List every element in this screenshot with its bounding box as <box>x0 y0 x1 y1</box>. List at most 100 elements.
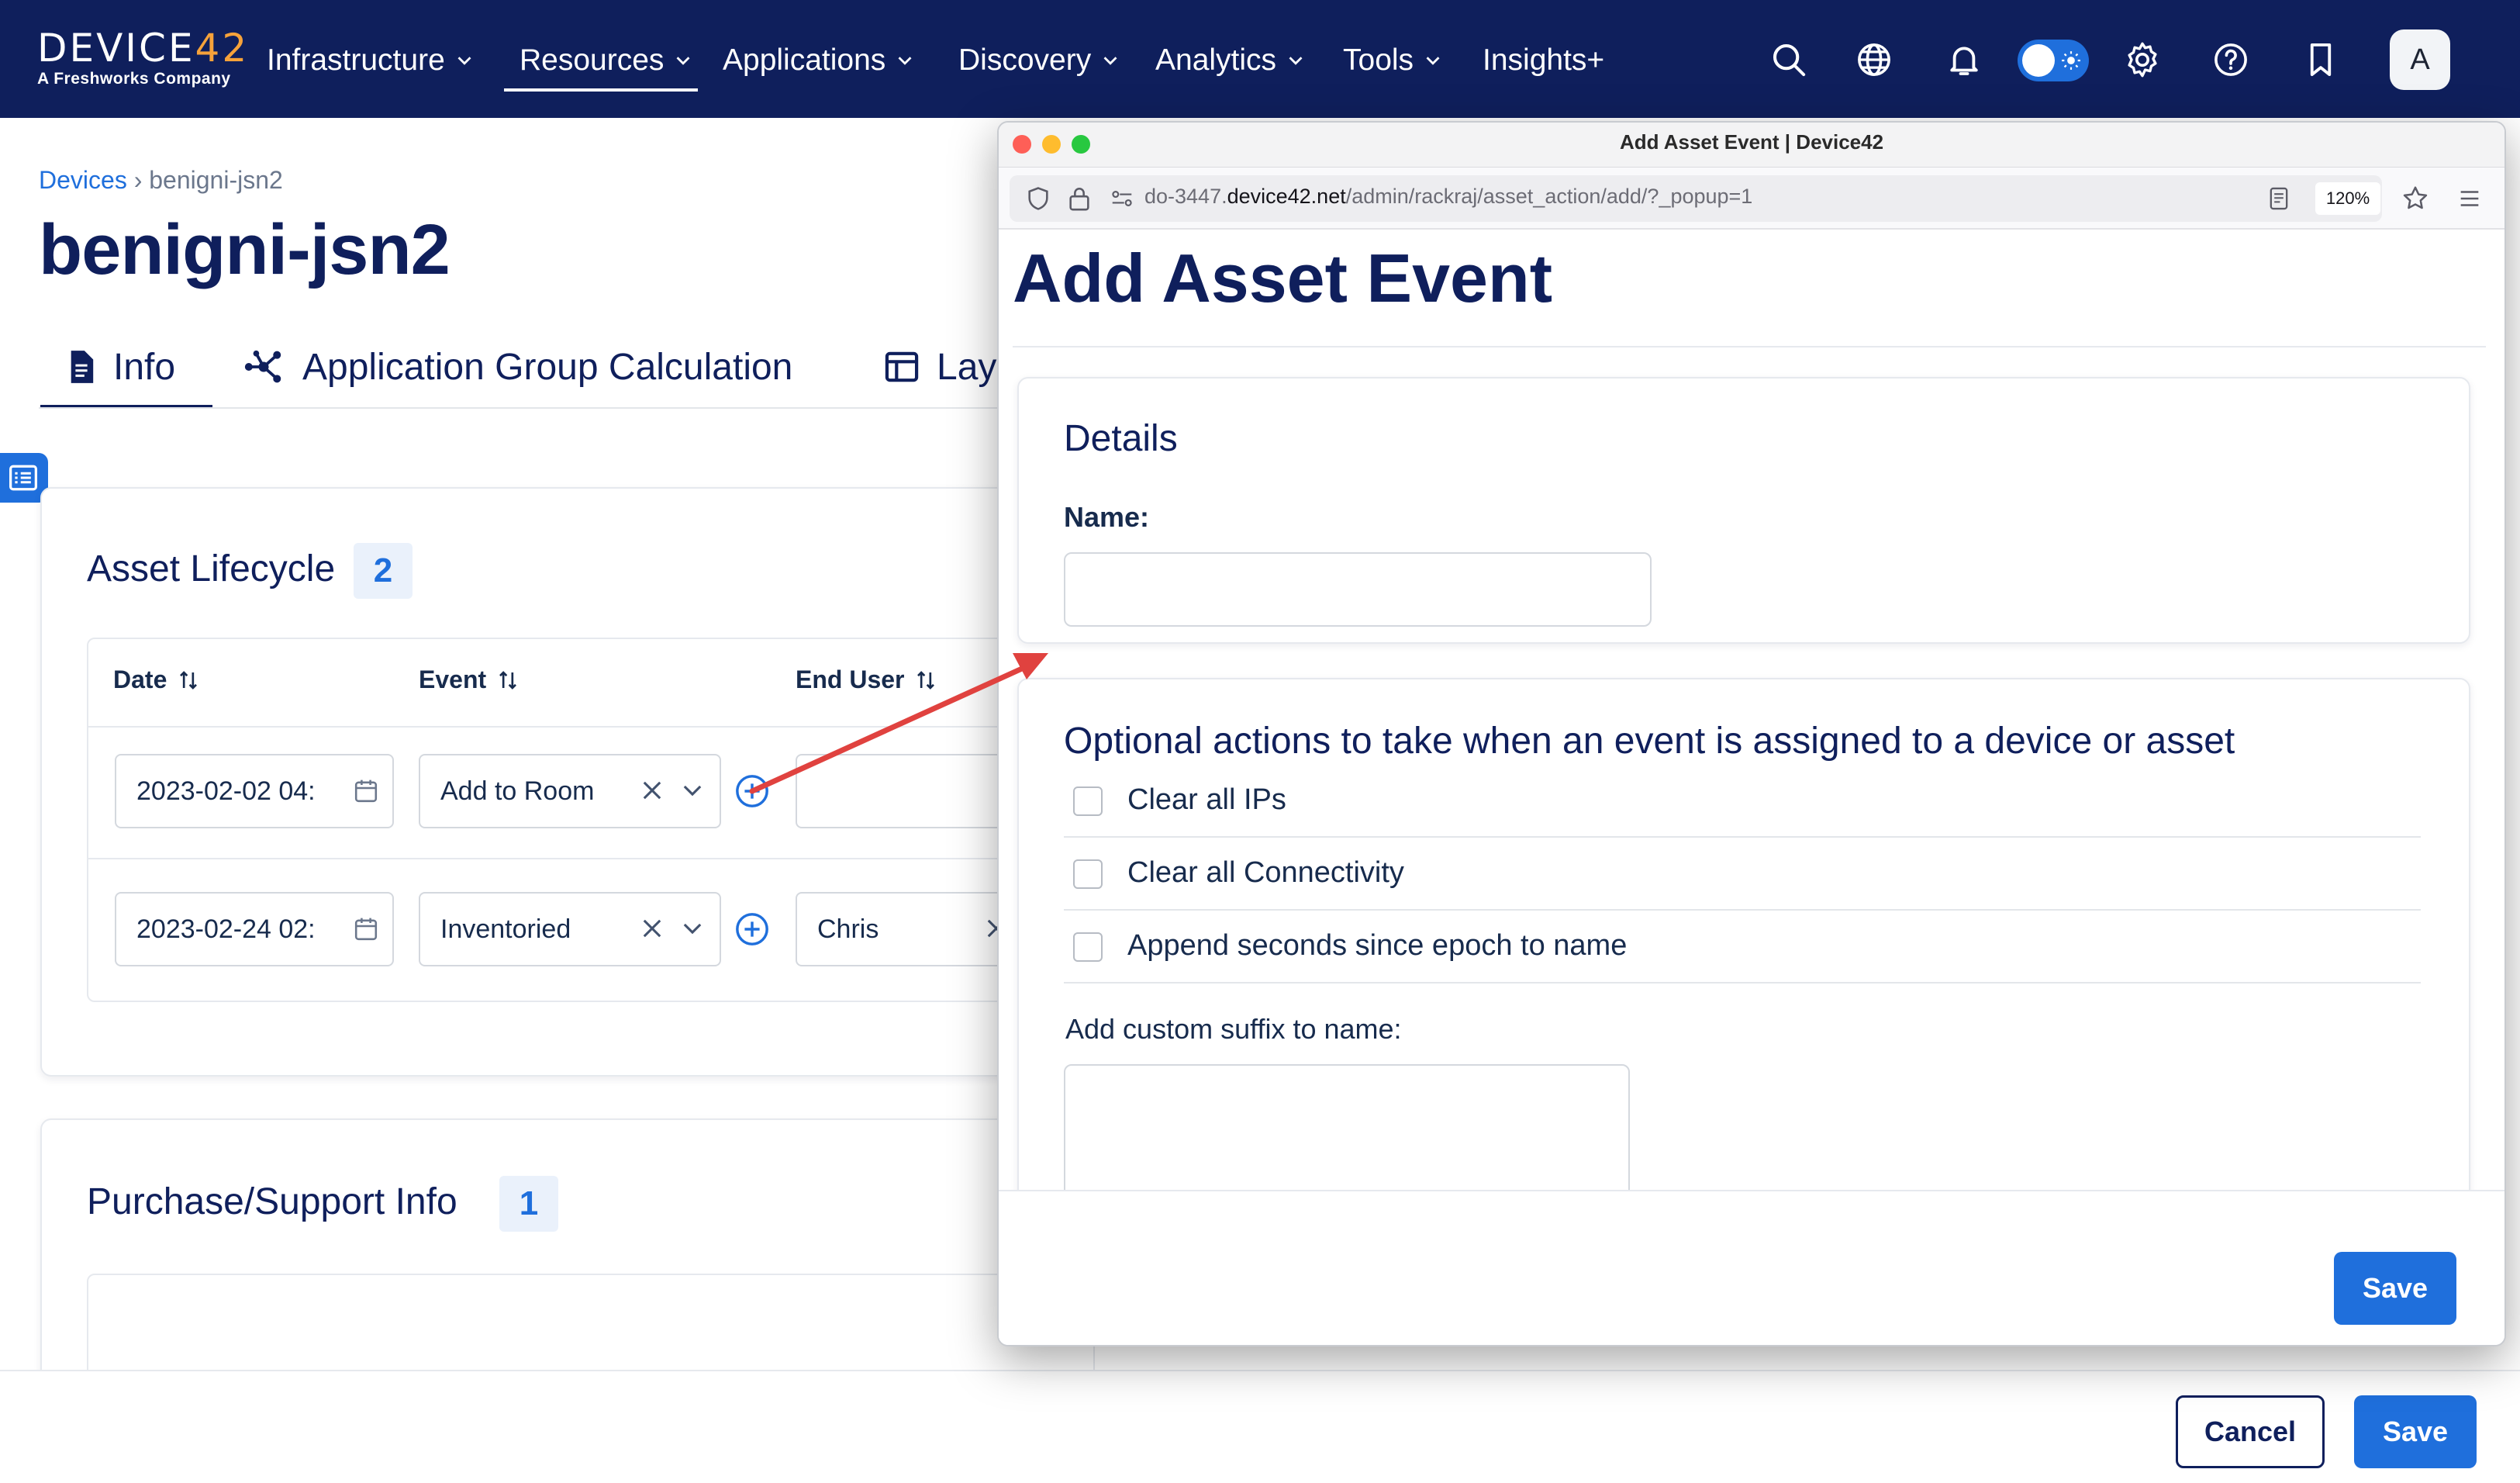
form-action-bar <box>0 1370 2520 1483</box>
column-header-event[interactable]: Event <box>419 665 519 694</box>
chevron-down-icon <box>1426 57 1440 65</box>
end-user-value: Chris <box>817 914 879 944</box>
breadcrumb: Devices › benigni-jsn2 <box>39 166 283 195</box>
save-button[interactable]: Save <box>2354 1395 2477 1468</box>
network-icon <box>244 350 281 383</box>
column-header-end-user-label: End User <box>796 665 905 693</box>
chevron-down-icon <box>1103 57 1117 65</box>
event-value: Add to Room <box>440 776 595 806</box>
nav-tools[interactable]: Tools <box>1343 39 1445 82</box>
bell-icon[interactable] <box>1943 39 1985 81</box>
sun-icon <box>2062 51 2080 70</box>
nav-applications-label: Applications <box>723 43 886 77</box>
sort-icon <box>917 670 935 690</box>
nav-applications[interactable]: Applications <box>723 39 917 82</box>
url-text: do-3447.device42.net/admin/rackraj/asset… <box>1144 185 1752 209</box>
logo-number: 42 <box>195 26 250 71</box>
append-epoch-seconds-checkbox[interactable] <box>1073 932 1103 962</box>
popup-footer-divider <box>999 1190 2504 1191</box>
tab-layout-label: Lay <box>937 346 997 388</box>
nav-infrastructure[interactable]: Infrastructure <box>267 39 476 82</box>
calendar-icon[interactable] <box>354 915 378 943</box>
asset-lifecycle-title: Asset Lifecycle <box>87 548 336 589</box>
date-input-row-1[interactable]: 2023-02-02 04: <box>115 754 394 828</box>
option-clear-all-connectivity[interactable]: Clear all Connectivity <box>1064 839 2421 911</box>
address-bar[interactable]: do-3447.device42.net/admin/rackraj/asset… <box>1010 175 2382 222</box>
nav-resources-label: Resources <box>520 43 665 77</box>
permissions-icon[interactable] <box>1109 187 1135 210</box>
date-input-row-2[interactable]: 2023-02-24 02: <box>115 892 394 966</box>
table-header-divider <box>88 726 1019 728</box>
zoom-level-badge[interactable]: 120% <box>2315 182 2380 215</box>
option-append-epoch-seconds[interactable]: Append seconds since epoch to name <box>1064 912 2421 983</box>
tab-info-label: Info <box>113 346 176 388</box>
add-event-icon[interactable] <box>734 773 770 809</box>
layout-icon <box>885 351 919 382</box>
sort-icon <box>499 670 517 690</box>
calendar-icon[interactable] <box>354 777 378 805</box>
optional-actions-title: Optional actions to take when an event i… <box>1064 721 2235 762</box>
details-title: Details <box>1064 418 1178 459</box>
event-select-row-1[interactable]: Add to Room <box>419 754 721 828</box>
tab-info[interactable]: Info <box>67 340 175 394</box>
column-header-date[interactable]: Date <box>113 665 199 694</box>
clear-all-connectivity-label: Clear all Connectivity <box>1127 856 1404 889</box>
gear-icon[interactable] <box>2121 39 2163 81</box>
page-title: benigni-jsn2 <box>39 210 450 289</box>
device42-logo[interactable]: DEVICE42 A Freshworks Company <box>37 26 249 88</box>
clear-all-ips-checkbox[interactable] <box>1073 786 1103 816</box>
help-icon[interactable] <box>2210 39 2252 81</box>
chevron-down-icon[interactable] <box>679 777 706 804</box>
tab-layout[interactable]: Lay <box>884 340 996 394</box>
shield-icon[interactable] <box>1025 185 1051 212</box>
tabs-divider <box>39 407 1000 409</box>
chevron-down-icon[interactable] <box>679 915 706 942</box>
clear-icon[interactable] <box>639 915 665 942</box>
star-icon[interactable] <box>2401 184 2430 213</box>
nav-analytics-label: Analytics <box>1155 43 1277 77</box>
custom-suffix-label: Add custom suffix to name: <box>1065 1013 1402 1045</box>
clear-all-ips-label: Clear all IPs <box>1127 783 1286 816</box>
date-value: 2023-02-02 04: <box>136 776 316 806</box>
popup-save-button[interactable]: Save <box>2334 1252 2456 1325</box>
nav-tools-label: Tools <box>1343 43 1414 77</box>
browser-toolbar: do-3447.device42.net/admin/rackraj/asset… <box>999 168 2504 230</box>
tab-application-group-calculation-label: Application Group Calculation <box>302 346 793 388</box>
date-value: 2023-02-24 02: <box>136 914 316 944</box>
nav-discovery[interactable]: Discovery <box>958 39 1122 82</box>
nav-discovery-label: Discovery <box>958 43 1092 77</box>
sort-icon <box>180 670 198 690</box>
logo-subtitle: A Freshworks Company <box>37 70 231 88</box>
nav-insights-label: Insights+ <box>1483 43 1605 77</box>
lock-icon[interactable] <box>1067 185 1092 212</box>
nav-infrastructure-label: Infrastructure <box>267 43 445 77</box>
url-path: /admin/rackraj/asset_action/add/?_popup=… <box>1345 185 1753 208</box>
event-select-row-2[interactable]: Inventoried <box>419 892 721 966</box>
breadcrumb-separator: › <box>133 166 143 194</box>
tab-application-group-calculation[interactable]: Application Group Calculation <box>242 340 792 394</box>
reader-view-icon[interactable] <box>2267 186 2290 211</box>
nav-resources[interactable]: Resources <box>520 39 695 82</box>
column-header-end-user[interactable]: End User <box>796 665 937 694</box>
add-event-icon[interactable] <box>734 911 770 947</box>
event-value: Inventoried <box>440 914 571 944</box>
nav-analytics[interactable]: Analytics <box>1155 39 1307 82</box>
clear-all-connectivity-checkbox[interactable] <box>1073 859 1103 889</box>
globe-icon[interactable] <box>1853 39 1895 81</box>
nav-active-indicator <box>504 88 698 92</box>
option-clear-all-ips[interactable]: Clear all IPs <box>1064 766 2421 838</box>
table-row-divider <box>88 858 1019 859</box>
bookmark-icon[interactable] <box>2300 39 2342 81</box>
nav-insights[interactable]: Insights+ <box>1483 39 1604 82</box>
breadcrumb-devices-link[interactable]: Devices <box>39 166 127 194</box>
cancel-button[interactable]: Cancel <box>2176 1395 2325 1468</box>
add-asset-event-popup: Add Asset Event | Device42 do-3447.devic… <box>997 121 2506 1346</box>
search-icon[interactable] <box>1768 39 1810 81</box>
popup-footer <box>999 1190 2504 1345</box>
toggle-knob <box>2022 44 2055 77</box>
name-input[interactable] <box>1064 552 1652 627</box>
user-avatar[interactable]: A <box>2390 29 2450 90</box>
menu-icon[interactable] <box>2456 185 2483 212</box>
theme-toggle[interactable] <box>2018 40 2089 81</box>
clear-icon[interactable] <box>639 777 665 804</box>
